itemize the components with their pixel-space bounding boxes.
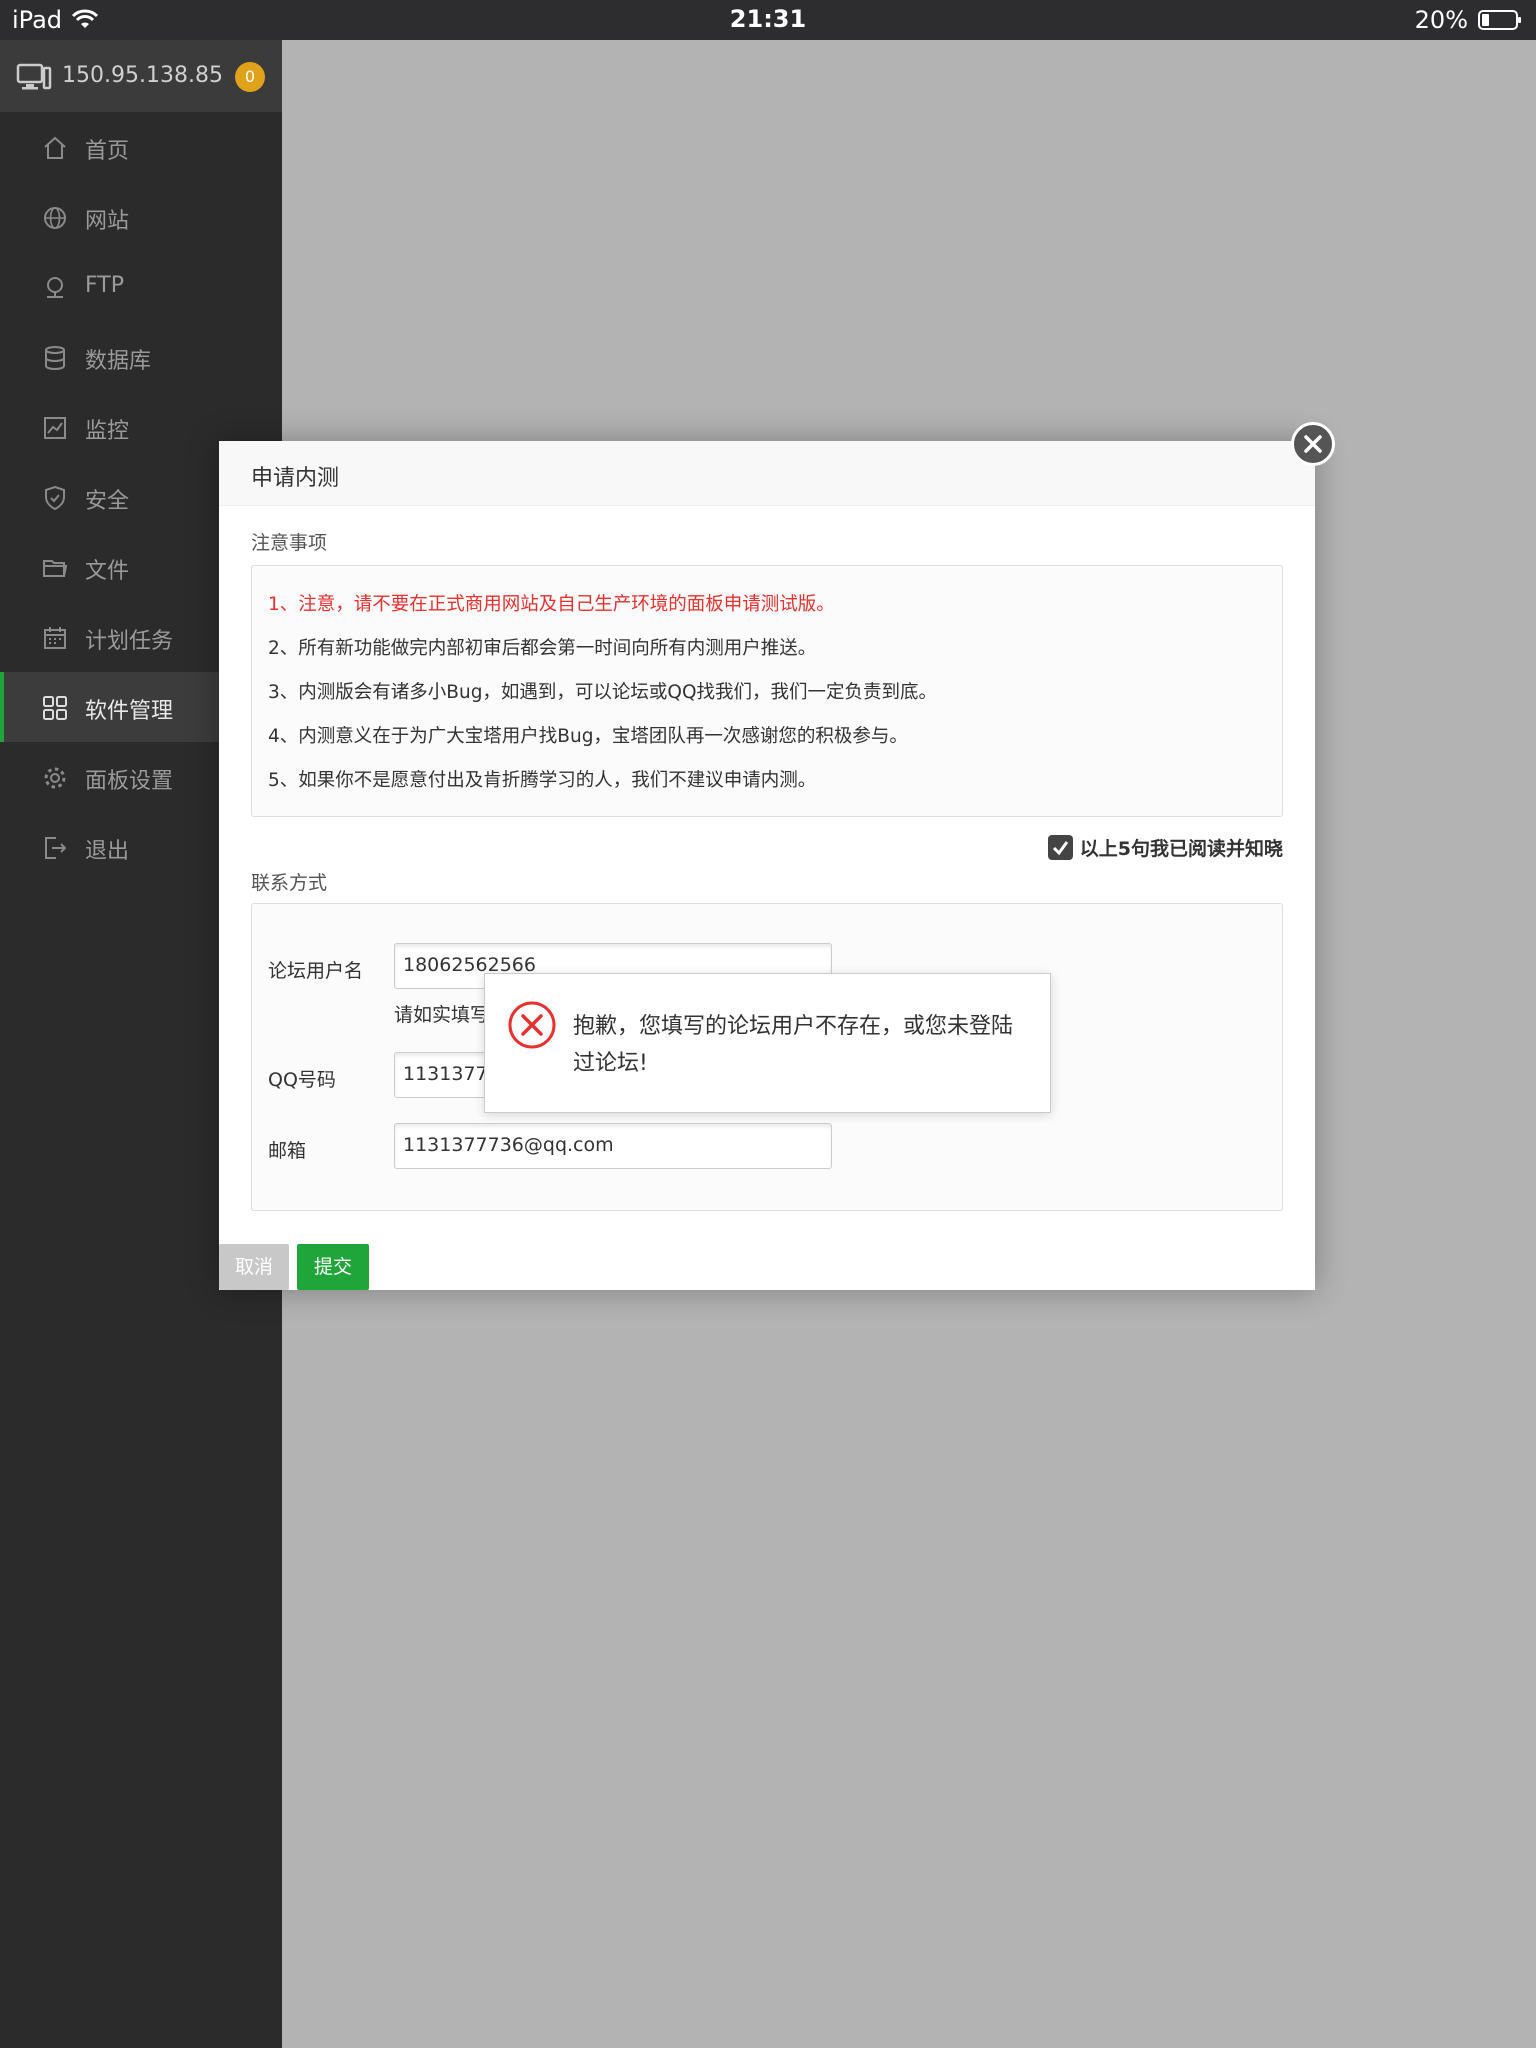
notification-badge[interactable]: 0	[235, 62, 265, 92]
agree-label: 以上5句我已阅读并知晓	[1079, 838, 1283, 860]
notice-section-title: 注意事项	[251, 532, 328, 554]
sidebar-item-home[interactable]: 首页	[0, 112, 282, 182]
beta-apply-dialog: 申请内测 注意事项 1、注意，请不要在正式商用网站及自己生产环境的面板申请测试版…	[219, 441, 1315, 1290]
contact-section-title: 联系方式	[251, 872, 328, 894]
dialog-title: 申请内测	[251, 466, 340, 491]
battery-percent: 20%	[1414, 6, 1468, 34]
forum-username-hint: 请如实填写	[394, 1004, 490, 1026]
notice-line: 5、如果你不是愿意付出及肯折腾学习的人，我们不建议申请内测。	[268, 770, 817, 791]
sidebar-item-label: FTP	[85, 273, 124, 298]
sidebar-item-label: 退出	[85, 839, 130, 864]
home-icon	[44, 136, 66, 159]
close-icon	[1304, 435, 1322, 453]
sidebar-item-database[interactable]: 数据库	[0, 322, 282, 392]
sidebar-item-website[interactable]: 网站	[0, 182, 282, 252]
shield-icon	[45, 485, 65, 511]
sidebar-item-label: 面板设置	[85, 769, 174, 794]
email-label: 邮箱	[268, 1140, 307, 1162]
error-toast: 抱歉，您填写的论坛用户不存在，或您未登陆过论坛!	[484, 973, 1051, 1113]
agree-row[interactable]: 以上5句我已阅读并知晓	[1023, 834, 1283, 864]
error-icon	[508, 1001, 556, 1049]
sidebar-item-label: 软件管理	[85, 699, 174, 724]
status-bar: iPad 21:31 20%	[0, 0, 1536, 40]
calendar-icon	[44, 627, 66, 649]
server-ip: 150.95.138.85	[62, 63, 223, 88]
logout-icon	[45, 837, 67, 859]
sidebar-item-label: 安全	[85, 489, 130, 514]
sidebar-item-ftp[interactable]: FTP	[0, 252, 282, 322]
monitor-chart-icon	[44, 417, 66, 439]
database-icon	[45, 346, 65, 370]
notice-line: 4、内测意义在于为广大宝塔用户找Bug，宝塔团队再一次感谢您的积极参与。	[268, 726, 908, 747]
submit-button[interactable]: 提交	[297, 1244, 369, 1290]
notice-line: 3、内测版会有诸多小Bug，如遇到，可以论坛或QQ找我们，我们一定负责到底。	[268, 682, 938, 703]
notice-line: 1、注意，请不要在正式商用网站及自己生产环境的面板申请测试版。	[268, 594, 835, 615]
monitor-icon	[16, 63, 52, 90]
sidebar-item-label: 监控	[85, 419, 130, 444]
checkmark-icon	[1052, 841, 1069, 856]
globe-icon	[44, 207, 66, 229]
agree-checkbox[interactable]	[1048, 835, 1073, 860]
clock: 21:31	[729, 5, 807, 33]
ftp-icon	[47, 277, 63, 298]
notice-line: 2、所有新功能做完内部初审后都会第一时间向所有内测用户推送。	[268, 638, 817, 659]
notice-box: 1、注意，请不要在正式商用网站及自己生产环境的面板申请测试版。 2、所有新功能做…	[251, 565, 1283, 817]
cancel-button[interactable]: 取消	[219, 1244, 289, 1290]
email-input[interactable]: 1131377736@qq.com	[394, 1123, 832, 1169]
sidebar-item-label: 数据库	[85, 349, 152, 374]
gear-icon	[44, 767, 66, 789]
sidebar-item-label: 网站	[85, 209, 130, 234]
forum-username-label: 论坛用户名	[268, 960, 364, 982]
dialog-header: 申请内测	[219, 441, 1315, 506]
qq-number-label: QQ号码	[268, 1069, 336, 1091]
sidebar-item-label: 文件	[85, 559, 130, 584]
folder-icon	[43, 560, 68, 577]
sidebar-item-label: 首页	[85, 139, 130, 164]
sidebar-item-label: 计划任务	[85, 629, 174, 654]
error-message: 抱歉，您填写的论坛用户不存在，或您未登陆过论坛!	[573, 1014, 1014, 1076]
grid-icon	[43, 696, 67, 720]
close-dialog-button[interactable]	[1291, 422, 1335, 466]
server-header[interactable]: 150.95.138.85 0	[0, 40, 282, 112]
battery-icon	[1478, 10, 1521, 30]
